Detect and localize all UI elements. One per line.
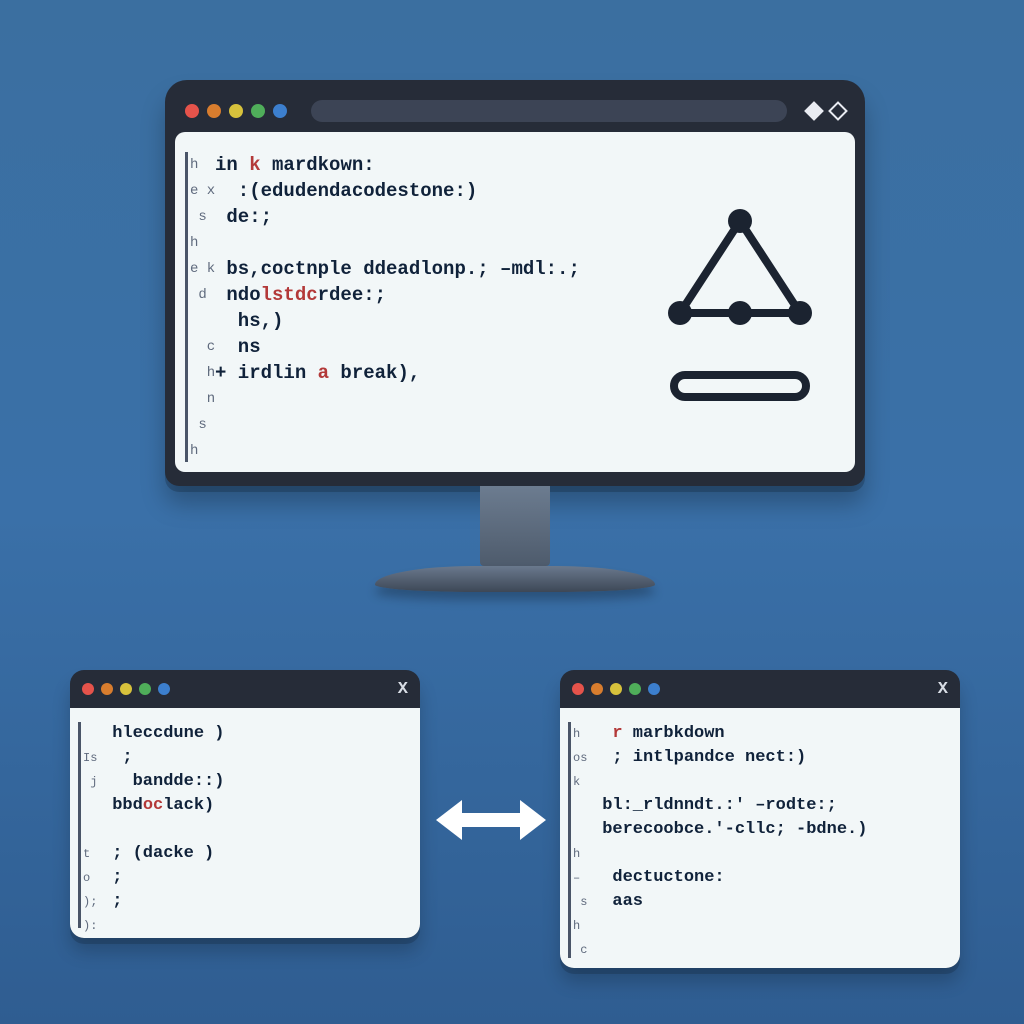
dot-yellow[interactable] bbox=[229, 104, 243, 118]
left-window-titlebar: X bbox=[70, 670, 420, 708]
left-editor-pane: Is j t o ); ): hleccdune ) ; bandde::) b… bbox=[70, 708, 420, 938]
dot-blue[interactable] bbox=[648, 683, 660, 695]
code-content[interactable]: in k mardkown: :(edudendacodestone:) de:… bbox=[215, 152, 580, 462]
browser-titlebar bbox=[175, 90, 855, 132]
right-code-window: X h os k h – s h c h r marbkdown ; intlp… bbox=[560, 670, 960, 968]
diamond-icon[interactable] bbox=[804, 101, 824, 121]
maximize-dot[interactable] bbox=[629, 683, 641, 695]
right-editor-pane: h os k h – s h c h r marbkdown ; intlpan… bbox=[560, 708, 960, 968]
diagram-panel bbox=[625, 132, 855, 472]
titlebar-icons bbox=[807, 104, 855, 118]
bidirectional-arrow-icon bbox=[436, 800, 546, 840]
code-content[interactable]: hleccdune ) ; bandde::) bbdoclack) ; (da… bbox=[102, 722, 224, 928]
address-bar[interactable] bbox=[311, 100, 787, 122]
maximize-dot[interactable] bbox=[251, 104, 265, 118]
minimize-dot[interactable] bbox=[101, 683, 113, 695]
main-monitor: h e x s h e k d c h n s h in k mardkown:… bbox=[165, 80, 865, 592]
line-gutter: h e x s h e k d c h n s h bbox=[185, 152, 215, 462]
close-icon[interactable]: X bbox=[938, 680, 948, 699]
minimize-dot[interactable] bbox=[591, 683, 603, 695]
window-controls[interactable] bbox=[82, 683, 170, 695]
dot-blue[interactable] bbox=[158, 683, 170, 695]
code-content[interactable]: r marbkdown ; intlpandce nect:) bl:_rldn… bbox=[592, 722, 867, 958]
close-dot[interactable] bbox=[82, 683, 94, 695]
monitor-stand-base bbox=[375, 566, 655, 592]
maximize-dot[interactable] bbox=[139, 683, 151, 695]
line-gutter: h os k h – s h c h bbox=[568, 722, 592, 958]
dot-yellow[interactable] bbox=[610, 683, 622, 695]
code-area[interactable]: h e x s h e k d c h n s h in k mardkown:… bbox=[175, 132, 625, 472]
monitor-bezel: h e x s h e k d c h n s h in k mardkown:… bbox=[165, 80, 865, 486]
pill-shape-icon bbox=[670, 371, 810, 401]
left-code-window: X Is j t o ); ): hleccdune ) ; bandde::)… bbox=[70, 670, 420, 938]
arrow-shaft bbox=[462, 813, 520, 827]
editor-pane: h e x s h e k d c h n s h in k mardkown:… bbox=[175, 132, 855, 472]
diamond-outline-icon[interactable] bbox=[828, 101, 848, 121]
triangle-graph-icon bbox=[655, 203, 825, 343]
arrow-left-head bbox=[436, 800, 462, 840]
monitor-stand-neck bbox=[480, 486, 550, 566]
close-dot[interactable] bbox=[572, 683, 584, 695]
dot-yellow[interactable] bbox=[120, 683, 132, 695]
window-controls[interactable] bbox=[175, 104, 287, 118]
line-gutter: Is j t o ); ): bbox=[78, 722, 102, 928]
minimize-dot[interactable] bbox=[207, 104, 221, 118]
window-controls[interactable] bbox=[572, 683, 660, 695]
right-window-titlebar: X bbox=[560, 670, 960, 708]
close-icon[interactable]: X bbox=[398, 680, 408, 699]
close-dot[interactable] bbox=[185, 104, 199, 118]
arrow-right-head bbox=[520, 800, 546, 840]
dot-blue[interactable] bbox=[273, 104, 287, 118]
